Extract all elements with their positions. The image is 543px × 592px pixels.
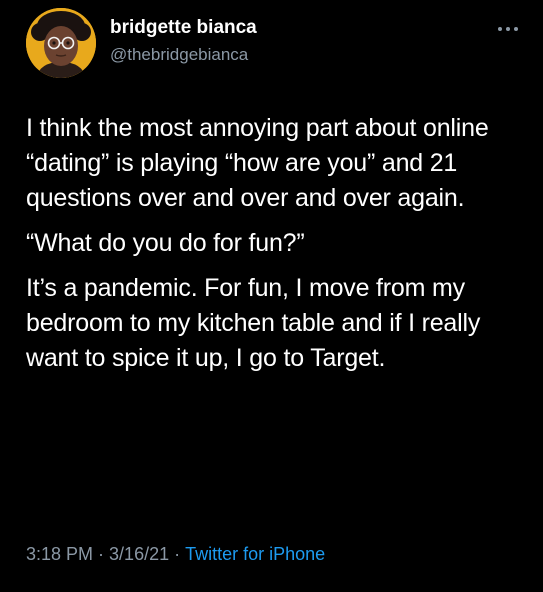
tweet-paragraph: I think the most annoying part about onl…: [26, 114, 489, 212]
tweet-text: I think the most annoying part about onl…: [26, 111, 526, 376]
avatar-image: [26, 8, 96, 78]
tweet-paragraph: “What do you do for fun?”: [26, 229, 305, 257]
user-handle[interactable]: @thebridgebianca: [110, 45, 248, 65]
more-options-icon[interactable]: [495, 22, 521, 36]
display-name[interactable]: bridgette bianca: [110, 17, 257, 39]
meta-separator: ·: [98, 544, 105, 564]
tweet-source-link[interactable]: Twitter for iPhone: [185, 544, 325, 564]
tweet-date[interactable]: 3/16/21: [109, 544, 169, 564]
tweet-paragraph: It’s a pandemic. For fun, I move from my…: [26, 274, 481, 372]
tweet-card: bridgette bianca @thebridgebianca I thin…: [0, 0, 543, 592]
tweet-metadata: 3:18 PM · 3/16/21 · Twitter for iPhone: [26, 544, 325, 565]
meta-separator: ·: [174, 544, 181, 564]
avatar[interactable]: [26, 8, 96, 78]
tweet-time[interactable]: 3:18 PM: [26, 544, 93, 564]
